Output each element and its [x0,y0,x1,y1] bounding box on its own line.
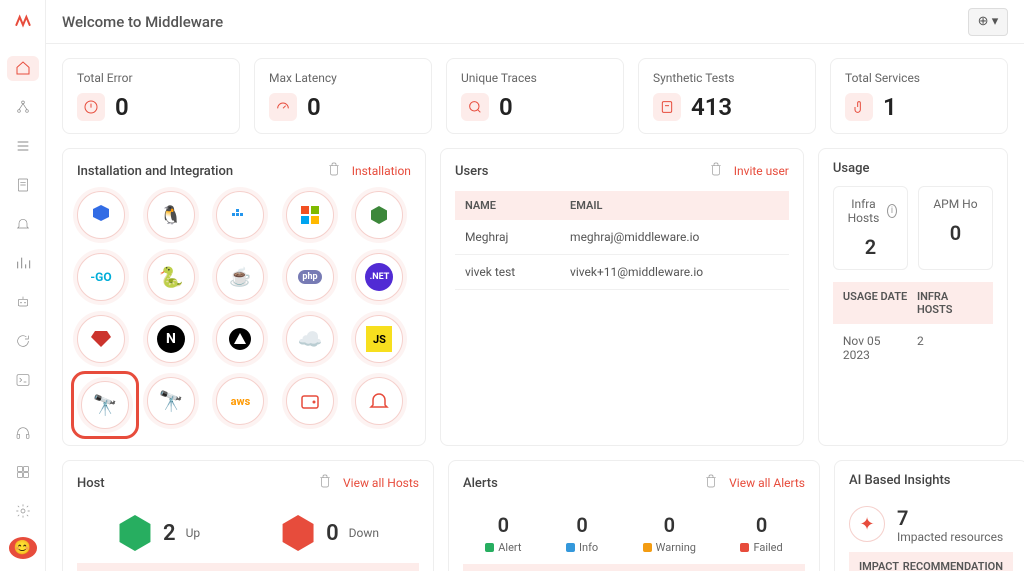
installation-panel: Installation and Integration Installatio… [62,148,426,446]
sidebar-bell[interactable] [7,212,39,237]
integ-docker[interactable] [216,191,264,239]
gauge-icon [269,93,297,121]
sidebar-network[interactable] [7,95,39,120]
alert-dot-icon [485,543,494,552]
integ-go[interactable]: -GO [77,253,125,301]
sidebar-avatar[interactable]: 😊 [9,537,37,559]
warning-dot-icon [643,543,652,552]
search-icon [461,93,489,121]
usage-row: Nov 05 2023 2 [833,324,993,372]
hex-down-icon [280,515,316,551]
add-button[interactable]: ⊕ ▾ [968,8,1008,36]
hand-icon [845,93,873,121]
stat-unique-traces: Unique Traces 0 [446,58,624,134]
users-panel: Users Invite user NAMEEMAIL Meghrajmeghr… [440,148,804,446]
trash-icon[interactable] [326,161,342,181]
stat-total-services: Total Services 1 [830,58,1008,134]
user-row: vivek testvivek+11@middleware.io [455,255,789,290]
usage-infra-hosts: Infra Hostsi 2 [833,186,908,270]
trash-icon[interactable] [703,473,719,493]
integ-bell[interactable] [355,377,403,425]
info-icon[interactable]: i [887,204,897,218]
view-all-alerts[interactable]: View all Alerts [729,476,805,490]
installation-link[interactable]: Installation [352,164,411,178]
sidebar-cycle[interactable] [7,329,39,354]
integ-vercel[interactable] [216,315,264,363]
stat-max-latency: Max Latency 0 [254,58,432,134]
integ-cloudflare[interactable]: ☁️ [286,315,334,363]
flask-icon [653,93,681,121]
view-all-hosts[interactable]: View all Hosts [343,476,419,490]
integ-nextjs[interactable]: N [147,315,195,363]
logo [15,10,31,34]
trash-icon[interactable] [708,161,724,181]
sidebar-list[interactable] [7,134,39,159]
page-title: Welcome to Middleware [62,13,223,31]
sidebar-chart[interactable] [7,251,39,276]
integ-telescope2[interactable]: 🔭 [147,377,195,425]
host-panel: Host View all Hosts 2Up 0Down HOSTSTATUS… [62,460,434,571]
integ-wallet[interactable] [286,377,334,425]
integ-node[interactable] [355,191,403,239]
stat-synthetic-tests: Synthetic Tests 413 [638,58,816,134]
sidebar: 😊 [0,0,46,571]
topbar: Welcome to Middleware ⊕ ▾ [46,0,1024,44]
ai-icon: ✦ [849,506,885,542]
usage-panel: Usage Infra Hostsi 2 APM Ho 0 USAGE DATE [818,148,1008,446]
integ-kubernetes[interactable] [77,191,125,239]
integ-javascript[interactable]: JS [355,315,403,363]
sidebar-home[interactable] [7,56,39,81]
integ-aws[interactable]: aws [216,377,264,425]
insights-panel: AI Based Insights ✦ 7Impacted resources … [834,460,1024,571]
sidebar-document[interactable] [7,173,39,198]
integ-windows[interactable] [286,191,334,239]
stats-row: Total Error 0 Max Latency 0 Unique Trace… [62,58,1008,134]
integ-python[interactable]: 🐍 [147,253,195,301]
sidebar-grid[interactable] [7,459,39,484]
integ-linux[interactable]: 🐧 [147,191,195,239]
info-dot-icon [566,543,575,552]
sidebar-headphones[interactable] [7,420,39,445]
failed-dot-icon [740,543,749,552]
usage-apm-hosts: APM Ho 0 [918,186,993,270]
sidebar-terminal[interactable] [7,368,39,393]
integ-dotnet[interactable]: .NET [355,253,403,301]
hex-up-icon [117,515,153,551]
sidebar-robot[interactable] [7,290,39,315]
trash-icon[interactable] [317,473,333,493]
integ-java[interactable]: ☕ [216,253,264,301]
sidebar-gear[interactable] [7,498,39,523]
integ-php[interactable]: php [286,253,334,301]
integ-ruby[interactable] [77,315,125,363]
alerts-panel: Alerts View all Alerts 0Alert 0Info 0War… [448,460,820,571]
error-icon [77,93,105,121]
integ-telescope[interactable]: 🔭 [81,381,129,429]
invite-user-link[interactable]: Invite user [734,164,789,178]
stat-total-error: Total Error 0 [62,58,240,134]
user-row: Meghrajmeghraj@middleware.io [455,220,789,255]
